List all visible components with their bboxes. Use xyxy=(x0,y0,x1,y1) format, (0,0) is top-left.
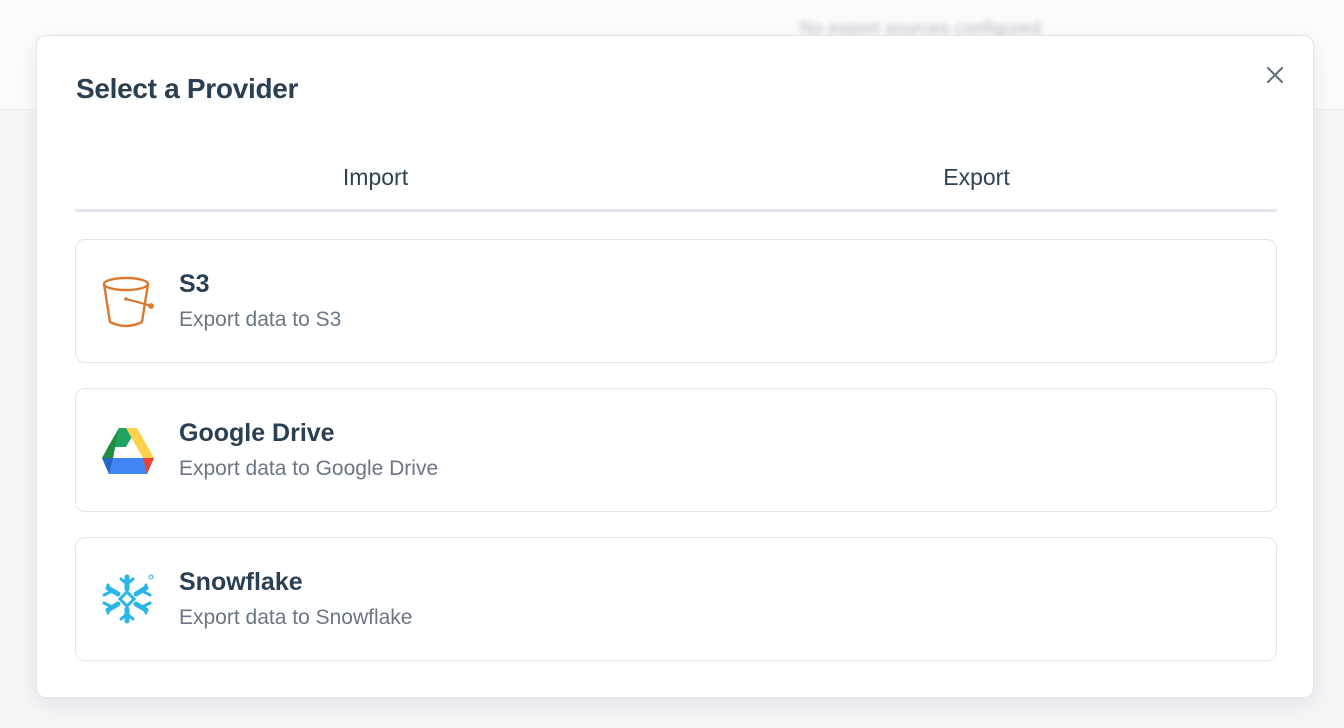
provider-description: Export data to Google Drive xyxy=(179,457,439,480)
provider-name: S3 xyxy=(179,270,210,298)
snowflake-icon xyxy=(100,572,156,628)
provider-card-snowflake[interactable]: Snowflake Export data to Snowflake xyxy=(75,537,1277,661)
provider-list: S3 Export data to S3 Google Drive Export… xyxy=(75,239,1277,686)
s3-bucket-icon xyxy=(100,274,156,330)
provider-name: Google Drive xyxy=(179,419,335,447)
tab-export[interactable]: Export xyxy=(676,152,1277,209)
google-drive-icon xyxy=(100,423,156,479)
provider-card-s3[interactable]: S3 Export data to S3 xyxy=(75,239,1277,363)
select-provider-dialog: Select a Provider Import Export S3 Expor… xyxy=(36,35,1314,698)
provider-tabs: Import Export xyxy=(75,152,1277,212)
tab-import[interactable]: Import xyxy=(75,152,676,209)
provider-description: Export data to S3 xyxy=(179,308,342,331)
provider-description: Export data to Snowflake xyxy=(179,606,413,629)
close-button[interactable] xyxy=(1261,61,1289,89)
provider-name: Snowflake xyxy=(179,568,303,596)
provider-card-google-drive[interactable]: Google Drive Export data to Google Drive xyxy=(75,388,1277,512)
close-icon xyxy=(1267,67,1283,83)
dialog-title: Select a Provider xyxy=(76,73,299,104)
